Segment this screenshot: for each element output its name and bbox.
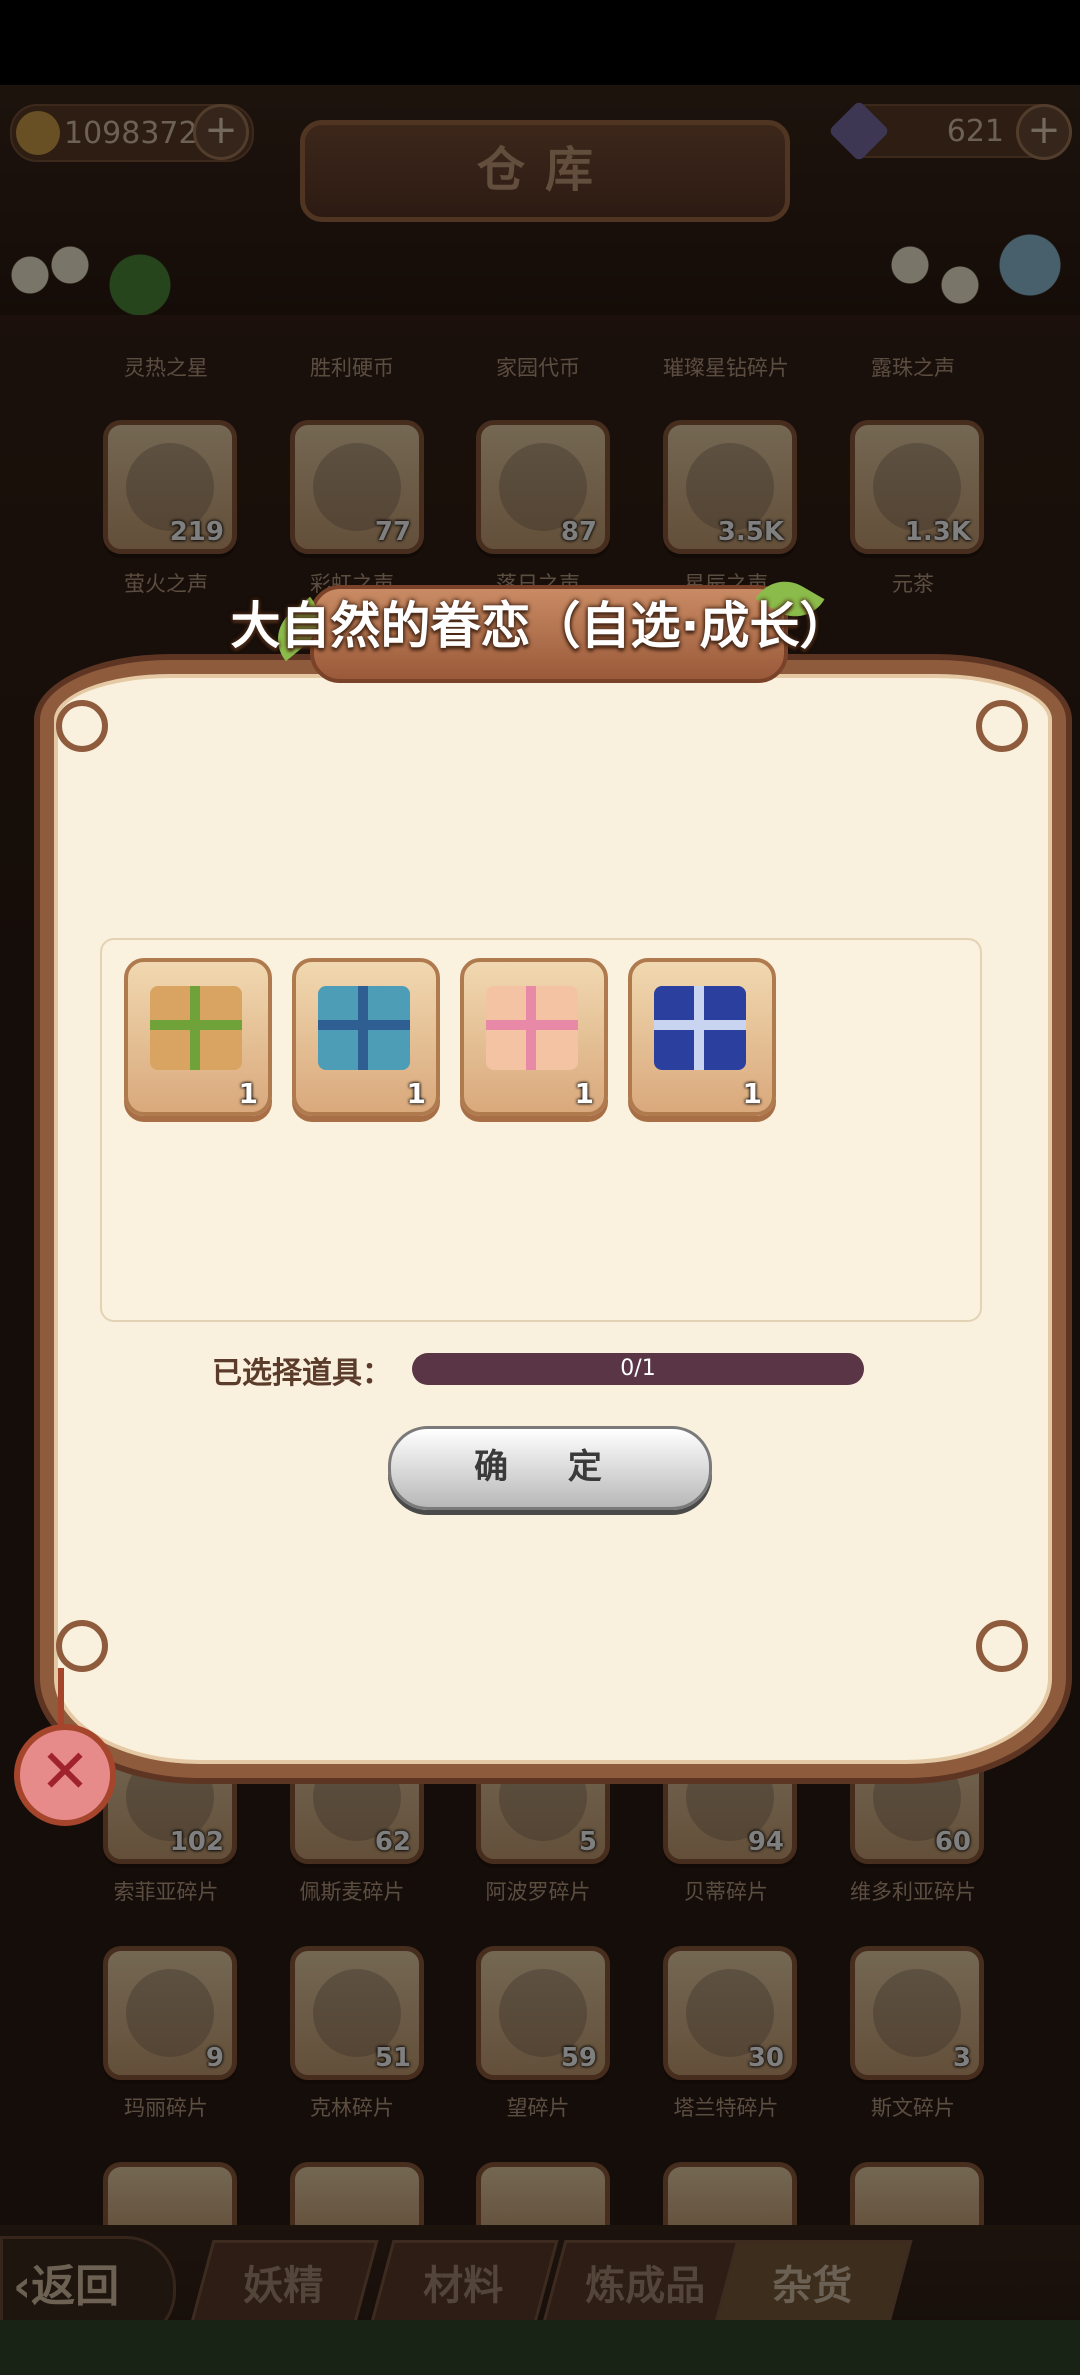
selected-items-label: 已选择道具： (212, 1356, 392, 1391)
gift-box-icon (150, 986, 242, 1070)
item-count: 1 (574, 1077, 594, 1110)
corner-ornament (976, 1620, 1028, 1672)
corner-ornament (56, 1620, 108, 1672)
dialog-title: 大自然的眷恋（自选·成长） (230, 597, 850, 655)
corner-ornament (56, 700, 108, 752)
close-icon: ✕ (39, 1737, 91, 1807)
gift-option-3[interactable]: 1 (460, 958, 608, 1116)
gift-box-icon (654, 986, 746, 1070)
gift-option-1[interactable]: 1 (124, 958, 272, 1116)
item-count: 1 (406, 1077, 426, 1110)
selection-progress: 0/1 (412, 1353, 864, 1385)
gift-box-icon (486, 986, 578, 1070)
close-button[interactable]: ✕ (14, 1724, 116, 1826)
confirm-button[interactable]: 确 定 (388, 1426, 712, 1510)
item-count: 1 (238, 1077, 258, 1110)
gift-option-2[interactable]: 1 (292, 958, 440, 1116)
item-count: 1 (742, 1077, 762, 1110)
close-button-string (58, 1668, 64, 1726)
corner-ornament (976, 700, 1028, 752)
gift-option-4[interactable]: 1 (628, 958, 776, 1116)
gift-box-icon (318, 986, 410, 1070)
